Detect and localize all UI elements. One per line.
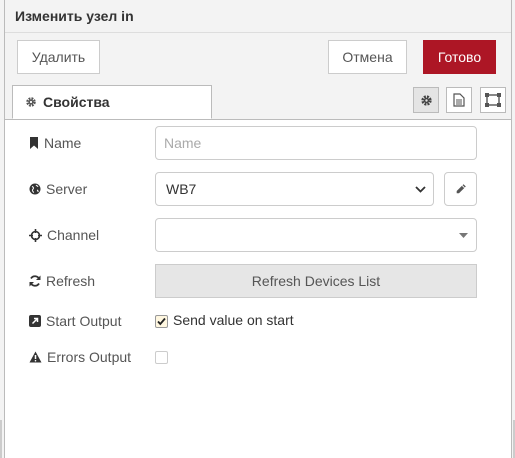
refresh-icon (29, 275, 41, 287)
tab-settings-button[interactable] (413, 87, 439, 113)
dialog-header: Изменить узел in (5, 0, 511, 33)
bookmark-icon (30, 137, 38, 149)
name-label: Name (44, 135, 82, 151)
channel-row: Channel (29, 218, 99, 252)
crosshairs-icon (29, 228, 42, 242)
gear-icon (420, 94, 432, 106)
start-output-checkbox[interactable] (155, 315, 168, 328)
check-icon (157, 317, 166, 326)
channel-select[interactable] (155, 218, 477, 252)
name-input[interactable] (155, 126, 477, 160)
pencil-icon (456, 184, 466, 194)
globe-icon (29, 183, 41, 195)
errors-output-checkbox[interactable] (155, 351, 168, 364)
gear-icon (26, 97, 36, 107)
tab-appearance-button[interactable] (480, 87, 506, 113)
server-label: Server (46, 181, 88, 197)
tab-properties-label: Свойства (43, 94, 110, 110)
tab-properties[interactable]: Свойства (12, 85, 212, 119)
start-output-checkbox-label[interactable]: Send value on start (173, 312, 294, 328)
name-row: Name (29, 126, 81, 160)
frame-icon (485, 93, 501, 107)
cancel-button[interactable]: Отмена (328, 40, 407, 74)
channel-label: Channel (47, 227, 100, 243)
caret-down-icon (459, 233, 468, 238)
server-select[interactable]: WB7 (155, 172, 434, 206)
done-button[interactable]: Готово (423, 40, 496, 74)
refresh-row: Refresh (29, 264, 95, 298)
refresh-label: Refresh (46, 273, 96, 289)
tab-bar: Свойства (5, 81, 511, 120)
delete-button[interactable]: Удалить (17, 40, 100, 74)
start-output-row: Start Output (29, 304, 121, 338)
edit-dialog: Изменить узел in Удалить Отмена Готово С… (4, 0, 512, 458)
errors-output-row: Errors Output (29, 340, 131, 374)
share-square-icon (29, 315, 41, 327)
dialog-title: Изменить узел in (15, 8, 134, 24)
left-edge (0, 420, 2, 458)
edit-server-button[interactable] (444, 172, 477, 206)
errors-output-label: Errors Output (47, 349, 132, 365)
start-output-label: Start Output (46, 313, 122, 329)
document-icon (453, 93, 465, 107)
server-row: Server (29, 172, 87, 206)
tab-description-button[interactable] (446, 87, 472, 113)
chevron-down-icon (415, 186, 426, 193)
warning-icon (29, 351, 42, 363)
refresh-devices-button[interactable]: Refresh Devices List (155, 264, 477, 298)
dialog-toolbar: Удалить Отмена Готово (5, 33, 511, 82)
server-selected-value: WB7 (166, 181, 197, 197)
